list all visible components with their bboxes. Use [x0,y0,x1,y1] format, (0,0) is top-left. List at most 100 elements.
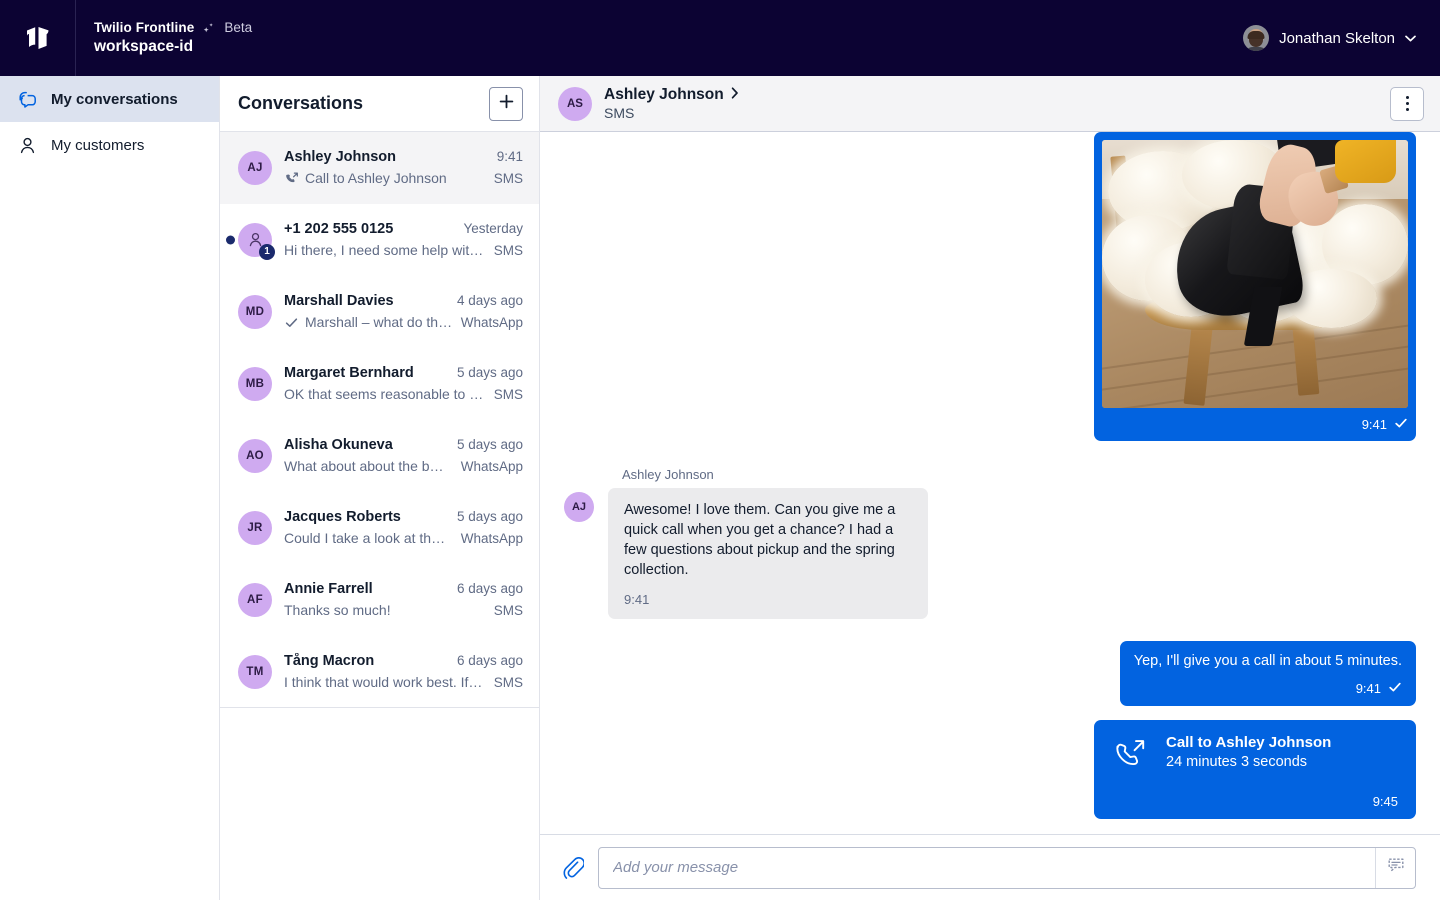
message-text: Awesome! I love them. Can you give me a … [624,500,912,580]
conversation-name: Annie Farrell [284,581,373,597]
conversation-line-2: Marshall – what do th… WhatsApp [284,314,523,330]
conversation-preview: I think that would work best. If… [284,674,482,690]
app-root: Twilio Frontline Beta workspace-id Jonat [0,0,1440,900]
conversation-main: Marshall Davies 4 days ago Marshall [284,293,523,330]
conversation-name: Tång Macron [284,653,374,669]
conversation-line-1: Margaret Bernhard 5 days ago [284,365,523,381]
conversation-main: Annie Farrell 6 days ago Thanks so much!… [284,581,523,618]
avatar: AF [238,583,272,617]
conversation-time: Yesterday [463,221,523,236]
conversation-items: AJ Ashley Johnson 9:41 [220,132,539,900]
message-sender-name: Ashley Johnson [622,467,928,482]
conversation-avatar-wrap: MD [238,295,272,329]
conversation-preview-wrap: Could I take a look at th… [284,530,445,546]
conversation-item-tang-macron[interactable]: TM Tång Macron 6 days ago I think that w… [220,636,539,708]
message-template-button[interactable] [1375,848,1415,888]
message-row-outgoing: Yep, I'll give you a call in about 5 min… [564,641,1416,706]
avatar: AJ [564,492,594,522]
chat-bubbles-icon [16,88,38,110]
outgoing-call-icon [284,171,299,186]
conversation-main: Jacques Roberts 5 days ago Could I take … [284,509,523,546]
message-bubble-outgoing[interactable]: Yep, I'll give you a call in about 5 min… [1120,641,1416,706]
body-row: My conversations My customers Conversati… [0,76,1440,900]
conversation-item-marshall-davies[interactable]: MD Marshall Davies 4 days ago [220,276,539,348]
message-input[interactable] [613,848,1375,888]
call-row: Call to Ashley Johnson 24 minutes 3 seco… [1112,734,1398,777]
avatar [1243,25,1269,51]
conversation-channel: WhatsApp [461,531,523,546]
message-meta: 9:41 [1102,408,1408,441]
brand-block: Twilio Frontline Beta workspace-id [76,0,252,76]
conversation-item-annie-farrell[interactable]: AF Annie Farrell 6 days ago Thanks so mu… [220,564,539,636]
paperclip-icon[interactable] [562,856,584,880]
chat-header-name-row[interactable]: Ashley Johnson [604,86,1390,104]
conversation-avatar-wrap: 1 [238,223,272,257]
conversation-line-2: OK that seems reasonable to … SMS [284,386,523,402]
call-details: Call to Ashley Johnson 24 minutes 3 seco… [1166,734,1331,770]
conversation-line-1: Jacques Roberts 5 days ago [284,509,523,525]
call-duration: 24 minutes 3 seconds [1166,754,1331,770]
conversation-line-2: Thanks so much! SMS [284,602,523,618]
conversation-line-2: Hi there, I need some help wit… SMS [284,242,523,258]
person-icon [16,134,38,156]
workspace-id: workspace-id [94,38,252,56]
call-title: Call to Ashley Johnson [1166,734,1331,751]
avatar: MD [238,295,272,329]
kebab-menu-icon [1406,96,1409,99]
conversation-line-2: Call to Ashley Johnson SMS [284,170,523,186]
avatar: AO [238,439,272,473]
sidebar-item-my-customers[interactable]: My customers [0,122,219,168]
conversation-channel: SMS [494,603,523,618]
conversation-preview: Marshall – what do th… [305,314,452,330]
composer-field[interactable] [598,847,1416,889]
conversation-item-jacques-roberts[interactable]: JR Jacques Roberts 5 days ago Could I ta… [220,492,539,564]
boot-photo-image[interactable] [1102,140,1408,408]
sidebar-item-my-conversations[interactable]: My conversations [0,76,219,122]
conversation-list-panel: Conversations AJ [220,76,540,900]
avatar: MB [238,367,272,401]
chat-header: AS Ashley Johnson SMS [540,76,1440,132]
conversation-main: +1 202 555 0125 Yesterday Hi there, I ne… [284,221,523,258]
user-name: Jonathan Skelton [1279,30,1395,47]
conversation-preview-wrap: OK that seems reasonable to … [284,386,483,402]
chat-channel-label: SMS [604,105,1390,121]
conversation-line-1: Tång Macron 6 days ago [284,653,523,669]
avatar: AS [558,87,592,121]
top-bar: Twilio Frontline Beta workspace-id Jonat [0,0,1440,76]
message-time: 9:41 [624,591,912,609]
conversation-time: 6 days ago [457,653,523,668]
chat-panel: AS Ashley Johnson SMS [540,76,1440,900]
chat-menu-button[interactable] [1390,87,1424,121]
message-list[interactable]: 9:41 Ashley Johnson [540,132,1440,834]
conversation-channel: SMS [494,243,523,258]
conversation-line-2: Could I take a look at th… WhatsApp [284,530,523,546]
conversation-channel: WhatsApp [461,315,523,330]
conversation-name: Jacques Roberts [284,509,401,525]
conversation-preview: Hi there, I need some help wit… [284,242,483,258]
message-bubble-image[interactable]: 9:41 [1094,132,1416,441]
message-bubble-call[interactable]: Call to Ashley Johnson 24 minutes 3 seco… [1094,720,1416,819]
conversation-item-phone-number[interactable]: 1 +1 202 555 0125 Yesterday Hi there, I … [220,204,539,276]
conversation-item-margaret-bernhard[interactable]: MB Margaret Bernhard 5 days ago OK that … [220,348,539,420]
message-bubble-incoming[interactable]: Awesome! I love them. Can you give me a … [608,488,928,619]
conversation-line-1: Alisha Okuneva 5 days ago [284,437,523,453]
conversation-preview: What about about the b… [284,458,444,474]
topbar-spacer [252,0,1243,76]
conversation-time: 6 days ago [457,581,523,596]
conversation-name: Margaret Bernhard [284,365,414,381]
check-icon [1388,680,1402,699]
conversation-item-ashley-johnson[interactable]: AJ Ashley Johnson 9:41 [220,132,539,204]
user-menu[interactable]: Jonathan Skelton [1243,0,1440,76]
new-conversation-button[interactable] [489,87,523,121]
conversation-time: 9:41 [497,149,523,164]
conversation-item-alisha-okuneva[interactable]: AO Alisha Okuneva 5 days ago What about … [220,420,539,492]
logo-cell[interactable] [0,0,76,76]
message-composer [540,834,1440,900]
brand-title: Twilio Frontline [94,20,194,35]
conversation-name: +1 202 555 0125 [284,221,393,237]
sidebar-item-label: My conversations [51,91,178,108]
conversation-avatar-wrap: AF [238,583,272,617]
conversation-preview: Call to Ashley Johnson [305,170,447,186]
conversation-name: Alisha Okuneva [284,437,393,453]
conversation-time: 4 days ago [457,293,523,308]
